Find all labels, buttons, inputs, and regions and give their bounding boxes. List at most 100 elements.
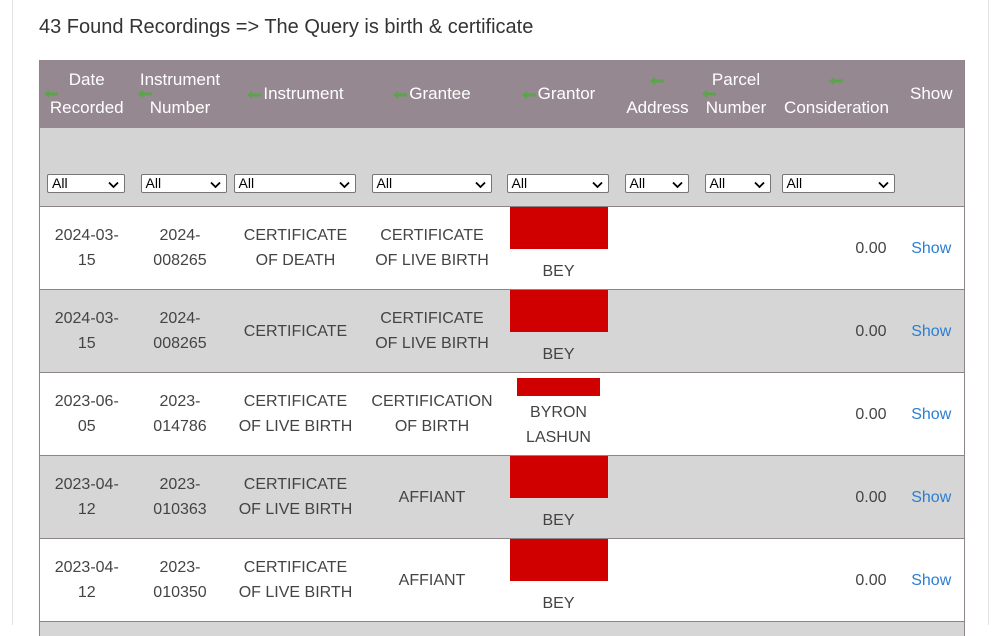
- cell-address: [618, 456, 698, 539]
- sort-arrow-icon[interactable]: [650, 77, 664, 85]
- table-row[interactable]: 2023-06-052023-014786CERTIFICATEOF LIVE …: [40, 373, 965, 456]
- cell-parcel-number: [698, 373, 775, 456]
- cell-grantee: CERTIFICATEOF LIVE BIRTH: [365, 290, 500, 373]
- sort-arrow-icon[interactable]: [393, 91, 407, 99]
- sort-arrow-icon[interactable]: [247, 91, 261, 99]
- filter-select-date[interactable]: All: [47, 174, 125, 193]
- header-label-line: Address: [626, 98, 688, 117]
- cell-parcel-number: [698, 290, 775, 373]
- cell-show: Show: [899, 373, 965, 456]
- chevron-down-icon: [108, 176, 119, 194]
- filter-cell: All: [365, 128, 500, 207]
- table-row[interactable]: 2023-04-122023-010350CERTIFICATEOF LIVE …: [40, 539, 965, 622]
- cell-grantor: BEY: [500, 290, 618, 373]
- grantee-line: AFFIANT: [399, 489, 466, 506]
- cell-instrument-number: 2024-008265: [134, 290, 227, 373]
- table-row[interactable]: 2024-03-152024-008265CERTIFICATECERTIFIC…: [40, 290, 965, 373]
- date-line: 2024-03-: [55, 227, 119, 244]
- column-header-consideration[interactable]: Consideration: [775, 60, 899, 128]
- show-link[interactable]: Show: [911, 240, 951, 257]
- column-header-label: Consideration: [784, 94, 889, 122]
- filter-row: All All All All All All All All: [40, 128, 965, 207]
- filter-select-parcel-number[interactable]: All: [705, 174, 771, 193]
- instrument-line: OF LIVE BIRTH: [239, 584, 353, 601]
- grantee-line: CERTIFICATE: [380, 310, 483, 327]
- cell-grantee: AFFIANT: [365, 456, 500, 539]
- consideration-value: 0.00: [855, 489, 886, 506]
- filter-select-address[interactable]: All: [625, 174, 689, 193]
- grantor-line: BEY: [542, 512, 574, 529]
- cell-instrument-number: 2023-010350: [134, 539, 227, 622]
- column-header-label: Grantor: [538, 80, 596, 108]
- redaction-block: [510, 539, 608, 581]
- filter-select-instrument[interactable]: All: [234, 174, 356, 193]
- grantor-line: BEY: [542, 263, 574, 280]
- cell-parcel-number: [698, 539, 775, 622]
- cell-show: Show: [899, 207, 965, 290]
- grantee-line: CERTIFICATION: [371, 393, 492, 410]
- filter-value: All: [146, 175, 162, 191]
- cell-show: Show: [899, 456, 965, 539]
- header-label-line: Show: [910, 84, 953, 103]
- cell-consideration: 0.00: [775, 456, 899, 539]
- header-label-line: Grantee: [409, 84, 470, 103]
- filter-cell: All: [40, 128, 134, 207]
- chevron-down-icon: [475, 176, 486, 194]
- table-row[interactable]: 2023-04-122023-010363CERTIFICATEOF LIVE …: [40, 456, 965, 539]
- sort-arrow-icon[interactable]: [702, 90, 716, 98]
- cell-empty: [227, 622, 365, 636]
- results-title: 43 Found Recordings => The Query is birt…: [39, 16, 533, 39]
- show-link[interactable]: Show: [911, 572, 951, 589]
- results-table: DateRecordedInstrumentNumber Instrument Gr…: [39, 60, 965, 636]
- show-link[interactable]: Show: [911, 489, 951, 506]
- chevron-down-icon: [210, 176, 221, 194]
- filter-select-consideration[interactable]: All: [782, 174, 895, 193]
- column-header-instrument-number[interactable]: InstrumentNumber: [134, 60, 227, 128]
- column-header-grantee[interactable]: Grantee: [365, 60, 500, 128]
- cell-date-recorded: 2024-03- 15: [40, 207, 134, 290]
- consideration-value: 0.00: [855, 406, 886, 423]
- instrument-line: CERTIFICATE: [244, 227, 347, 244]
- header-label-line: Number: [150, 98, 210, 117]
- column-header-grantor[interactable]: Grantor: [500, 60, 618, 128]
- page-container: 43 Found Recordings => The Query is birt…: [12, 0, 989, 625]
- show-link[interactable]: Show: [911, 323, 951, 340]
- column-header-label: DateRecorded: [50, 66, 124, 122]
- instrument-number-line: 2024-: [160, 227, 201, 244]
- filter-value: All: [710, 175, 726, 191]
- show-link[interactable]: Show: [911, 406, 951, 423]
- column-header-label: Address: [626, 94, 688, 122]
- consideration-value: 0.00: [855, 323, 886, 340]
- sort-arrow-icon[interactable]: [138, 90, 152, 98]
- cell-empty: [899, 622, 965, 636]
- date-line: 12: [78, 501, 96, 518]
- instrument-number-line: 2024-: [160, 310, 201, 327]
- sort-arrow-icon[interactable]: [522, 91, 536, 99]
- cell-instrument: CERTIFICATE OF LIVE BIRTH: [227, 539, 365, 622]
- column-header-instrument[interactable]: Instrument: [227, 60, 365, 128]
- filter-select-grantor[interactable]: All: [507, 174, 609, 193]
- date-line: 12: [78, 584, 96, 601]
- date-line: 15: [78, 252, 96, 269]
- cell-address: [618, 373, 698, 456]
- instrument-number-line: 014786: [153, 418, 206, 435]
- column-header-label: Instrument: [263, 80, 343, 108]
- filter-value: All: [512, 175, 528, 191]
- instrument-line: CERTIFICATE: [244, 559, 347, 576]
- filter-select-grantee[interactable]: All: [372, 174, 492, 193]
- sort-arrow-icon[interactable]: [44, 90, 58, 98]
- sort-arrow-icon[interactable]: [829, 77, 843, 85]
- column-header-show[interactable]: Show: [899, 60, 965, 128]
- cell-empty: [500, 622, 618, 636]
- table-row[interactable]: 2024-03-152024-008265CERTIFICATEOF DEATH…: [40, 207, 965, 290]
- column-header-parcel-number[interactable]: ParcelNumber: [698, 60, 775, 128]
- column-header-date[interactable]: DateRecorded: [40, 60, 134, 128]
- filter-select-instrument-number[interactable]: All: [141, 174, 227, 193]
- filter-cell: All: [500, 128, 618, 207]
- chevron-down-icon: [754, 176, 765, 194]
- column-header-address[interactable]: Address: [618, 60, 698, 128]
- header-label-line: Instrument: [263, 84, 343, 103]
- instrument-line: CERTIFICATE: [244, 393, 347, 410]
- cell-instrument: CERTIFICATE: [227, 290, 365, 373]
- cell-date-recorded: 2023-06-05: [40, 373, 134, 456]
